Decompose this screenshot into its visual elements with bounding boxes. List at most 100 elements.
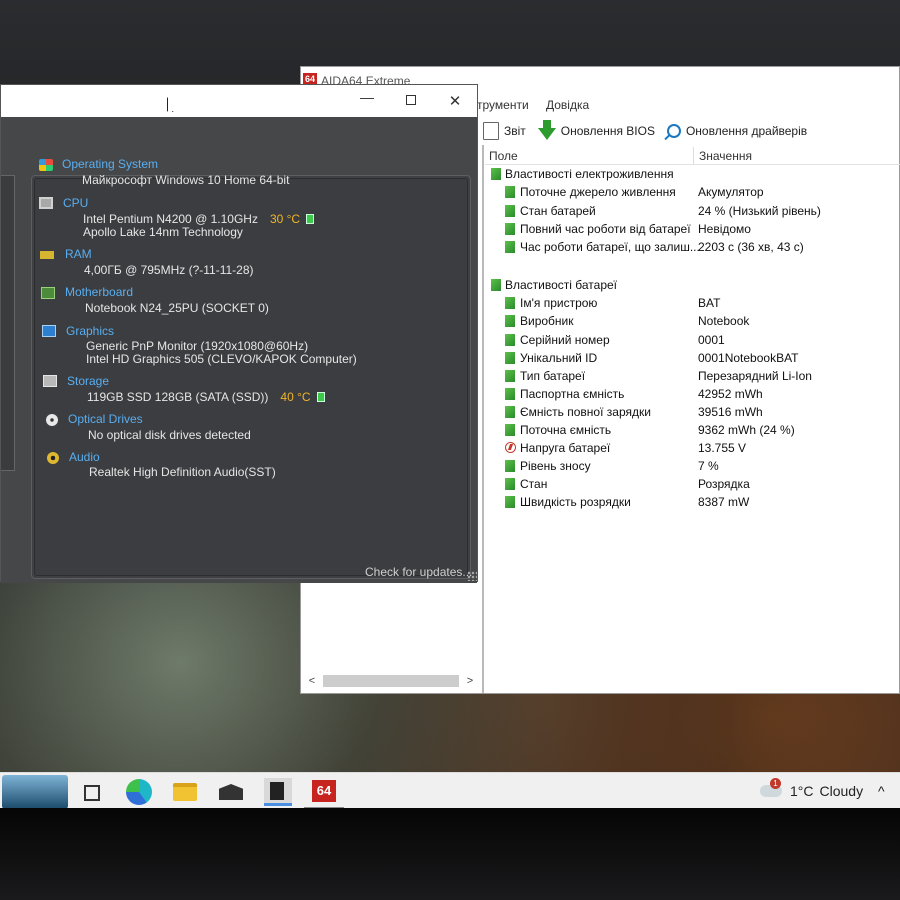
- field-value: 7 %: [698, 459, 719, 473]
- table-row[interactable]: Швидкість розрядки 8387 mW: [485, 493, 900, 511]
- table-row[interactable]: Напруга батареї 13.755 V: [485, 439, 900, 457]
- weather-condition: Cloudy: [819, 783, 864, 799]
- field-name: Стан: [520, 477, 548, 491]
- maximize-button[interactable]: [401, 92, 421, 108]
- table-row[interactable]: Час роботи батареї, що залиш... 2203 с (…: [485, 238, 900, 256]
- table-row[interactable]: Повний час роботи від батареї Невідомо: [485, 220, 900, 238]
- group-title: Властивості батареї: [505, 278, 618, 292]
- motherboard-icon: [41, 287, 55, 299]
- edge-browser-icon[interactable]: [126, 779, 152, 805]
- table-row[interactable]: Стан Розрядка: [485, 475, 900, 493]
- group-battery-properties[interactable]: Властивості батареї: [485, 276, 900, 294]
- table-row[interactable]: Стан батарей 24 % (Низький рівень): [485, 202, 900, 220]
- summary-titlebar[interactable]: — ✕: [1, 85, 477, 117]
- scroll-track[interactable]: [323, 675, 459, 687]
- battery-icon: [505, 352, 515, 364]
- audio-value: Realtek High Definition Audio(SST): [89, 465, 276, 479]
- weather-widget[interactable]: 1 1°C Cloudy: [760, 778, 864, 799]
- field-name: Поточне джерело живлення: [520, 185, 676, 199]
- field-name: Поточна ємність: [520, 423, 612, 437]
- cpu-model: Intel Pentium N4200 @ 1.10GHz: [83, 212, 258, 226]
- optical-title[interactable]: Optical Drives: [68, 412, 143, 426]
- download-arrow-icon: [537, 120, 556, 140]
- check-updates-link[interactable]: Check for updates...: [365, 565, 472, 579]
- cpu-title[interactable]: CPU: [63, 196, 88, 210]
- battery-icon: [505, 406, 515, 418]
- menu-help[interactable]: Довідка: [546, 98, 589, 112]
- cpu-value: Intel Pentium N4200 @ 1.10GHz 30 °C: [83, 212, 315, 226]
- table-row[interactable]: Рівень зносу 7 %: [485, 457, 900, 475]
- field-value: Невідомо: [698, 222, 751, 236]
- field-name: Час роботи батареї, що залиш...: [520, 240, 700, 254]
- field-value: Розрядка: [698, 477, 750, 491]
- graphics-adapter: Intel HD Graphics 505 (CLEVO/KAPOK Compu…: [86, 352, 357, 366]
- drive-icon: [43, 375, 57, 387]
- os-title[interactable]: Operating System: [62, 157, 158, 171]
- battery-icon: [505, 334, 515, 346]
- battery-icon: [505, 478, 515, 490]
- column-value[interactable]: Значення: [699, 149, 752, 163]
- optical-value: No optical disk drives detected: [88, 428, 251, 442]
- motherboard-title[interactable]: Motherboard: [65, 285, 133, 299]
- start-button[interactable]: [2, 775, 68, 809]
- graphics-title[interactable]: Graphics: [66, 324, 114, 338]
- field-value: Акумулятор: [698, 185, 764, 199]
- field-value: BAT: [698, 296, 721, 310]
- table-row[interactable]: Поточна ємність 9362 mWh (24 %): [485, 421, 900, 439]
- table-row[interactable]: Паспортна ємність 42952 mWh: [485, 385, 900, 403]
- temperature-status-icon: [306, 214, 315, 224]
- report-button[interactable]: Звіт: [483, 122, 526, 140]
- table-row[interactable]: Виробник Notebook: [485, 312, 900, 330]
- aida64-toolbar: Звіт Оновлення BIOS Оновлення драйверів: [483, 119, 819, 143]
- column-field[interactable]: Поле: [489, 149, 518, 163]
- horizontal-scrollbar[interactable]: < >: [305, 673, 477, 689]
- ram-title[interactable]: RAM: [65, 247, 92, 261]
- battery-icon: [505, 424, 515, 436]
- column-separator[interactable]: [693, 147, 694, 165]
- file-explorer-icon[interactable]: [173, 783, 197, 801]
- menu-tools[interactable]: струменти: [471, 98, 529, 112]
- drivers-update-label: Оновлення драйверів: [685, 124, 808, 138]
- resize-grip-icon[interactable]: [467, 571, 477, 581]
- power-group-icon: [491, 168, 501, 180]
- pane-divider[interactable]: [482, 145, 484, 693]
- table-row[interactable]: Тип батареї Перезарядний Li-Ion: [485, 367, 900, 385]
- field-name: Ім'я пристрою: [520, 296, 598, 310]
- table-row[interactable]: Унікальний ID 0001NotebookBAT: [485, 349, 900, 367]
- battery-icon: [505, 223, 515, 235]
- monitor-icon: [42, 325, 56, 337]
- table-row[interactable]: Серійний номер 0001: [485, 331, 900, 349]
- table-row[interactable]: Поточне джерело живлення Акумулятор: [485, 183, 900, 201]
- drivers-update-button[interactable]: Оновлення драйверів: [666, 124, 808, 138]
- cloud-icon: 1: [760, 778, 782, 797]
- bios-update-button[interactable]: Оновлення BIOS: [537, 120, 655, 140]
- audio-title[interactable]: Audio: [69, 450, 100, 464]
- table-row[interactable]: Ім'я пристрою BAT: [485, 294, 900, 312]
- close-button[interactable]: ✕: [445, 92, 465, 110]
- os-value: Майкрософт Windows 10 Home 64-bit: [82, 173, 290, 187]
- field-name: Унікальний ID: [520, 351, 598, 365]
- field-value: 8387 mW: [698, 495, 750, 509]
- scroll-right-button[interactable]: >: [463, 675, 477, 687]
- system-summary-window[interactable]: — ✕ Operating System Майкрософт Windows …: [0, 84, 478, 583]
- group-power-properties[interactable]: Властивості електроживлення: [485, 165, 900, 183]
- notification-badge: 1: [770, 778, 781, 789]
- aida64-taskbar-icon[interactable]: 64: [312, 780, 336, 802]
- grid-header: Поле Значення: [485, 147, 900, 165]
- windows-icon: [39, 159, 53, 171]
- field-value: 0001NotebookBAT: [698, 351, 799, 365]
- speaker-icon: [47, 452, 59, 464]
- mail-icon[interactable]: [219, 784, 243, 800]
- scroll-left-button[interactable]: <: [305, 675, 319, 687]
- mouse-cursor-icon: [167, 97, 176, 112]
- field-value: 39516 mWh: [698, 405, 763, 419]
- storage-value: 119GB SSD 128GB (SATA (SSD)) 40 °C: [87, 390, 325, 404]
- storage-title[interactable]: Storage: [67, 374, 109, 388]
- task-view-icon[interactable]: [84, 785, 100, 801]
- minimize-button[interactable]: —: [357, 89, 377, 105]
- field-name: Рівень зносу: [520, 459, 591, 473]
- chevron-up-icon[interactable]: ^: [878, 783, 885, 799]
- cpuz-glyph-icon: [270, 782, 284, 800]
- weather-temperature: 1°C: [790, 783, 814, 799]
- table-row[interactable]: Ємність повної зарядки 39516 mWh: [485, 403, 900, 421]
